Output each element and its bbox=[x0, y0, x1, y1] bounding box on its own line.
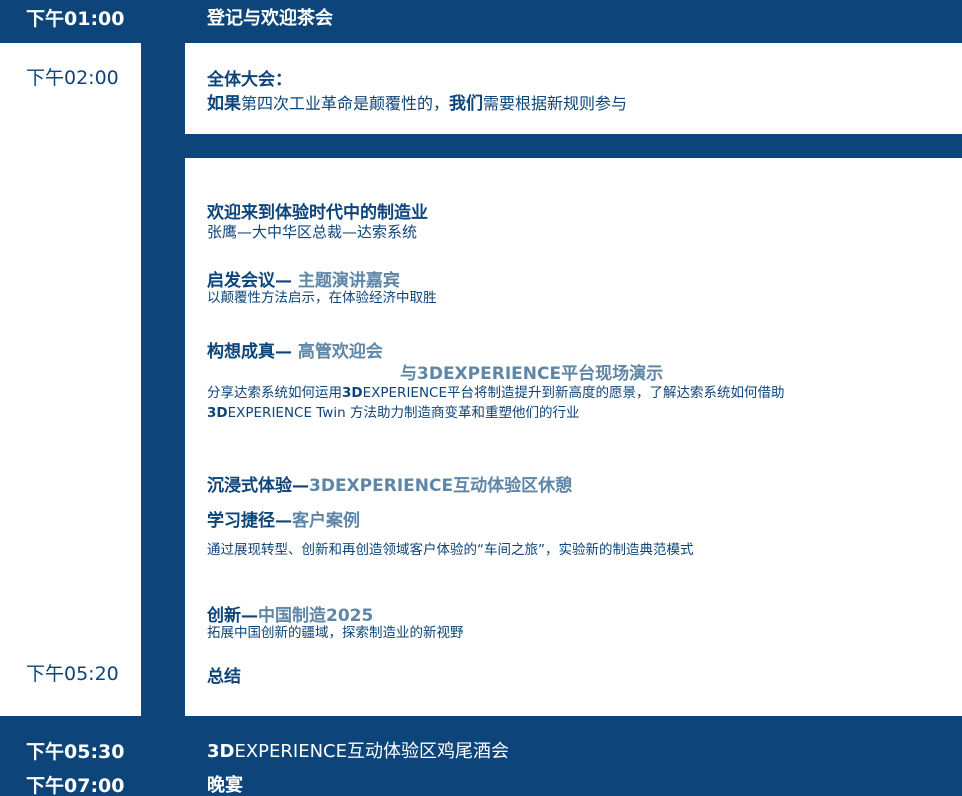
vision-title-gray-2: 与3DEXPERIENCE平台现场演示 bbox=[400, 364, 664, 384]
learning-title-dark: 学习捷径— bbox=[207, 511, 292, 531]
welcome-speaker: 张鹰—大中华区总裁—达索系统 bbox=[207, 223, 418, 241]
sessions-box: 欢迎来到体验时代中的制造业 张鹰—大中华区总裁—达索系统 启发会议— 主题演讲嘉… bbox=[185, 158, 962, 716]
vision-title: 构想成真— 高管欢迎会 bbox=[207, 337, 383, 362]
plenary-norm-1: 第四次工业革命是颠覆性的， bbox=[241, 94, 450, 113]
immersive-title-gray: 3DEXPERIENCE互动体验区休憩 bbox=[309, 476, 573, 496]
time-0200: 下午02:00 bbox=[26, 67, 119, 89]
time-0530: 下午05:30 bbox=[26, 741, 125, 763]
vision-title-gray: 高管欢迎会 bbox=[297, 342, 383, 362]
time-0700: 下午07:00 bbox=[26, 775, 125, 796]
vision-desc-1a: 分享达索系统如何运用 bbox=[207, 385, 342, 401]
learning-title-gray: 客户案例 bbox=[292, 511, 360, 531]
vision-desc-1b: EXPERIENCE平台将制造提升到新高度的愿景，了解达索系统如何借助 bbox=[362, 385, 785, 401]
cocktail-title: 3DEXPERIENCE互动体验区鸡尾酒会 bbox=[207, 737, 509, 763]
time-0100: 下午01:00 bbox=[26, 8, 125, 30]
welcome-title: 欢迎来到体验时代中的制造业 bbox=[207, 203, 428, 223]
vision-desc-2-3d: 3D bbox=[207, 405, 228, 421]
plenary-norm-2: 需要根据新规则参与 bbox=[483, 94, 628, 113]
vision-desc-1: 分享达索系统如何运用3DEXPERIENCE平台将制造提升到新高度的愿景，了解达… bbox=[207, 383, 785, 404]
dinner-title: 晚宴 bbox=[207, 775, 243, 796]
vision-title-dark: 构想成真— bbox=[207, 342, 298, 362]
cocktail-3d: 3D bbox=[207, 741, 235, 762]
registration-title: 登记与欢迎茶会 bbox=[207, 8, 333, 29]
inspire-desc: 以颠覆性方法启示，在体验经济中取胜 bbox=[207, 290, 437, 306]
immersive-title: 沉浸式体验—3DEXPERIENCE互动体验区休憩 bbox=[207, 471, 572, 496]
plenary-heading: 全体大会： bbox=[207, 70, 292, 90]
immersive-title-dark: 沉浸式体验— bbox=[207, 476, 309, 496]
plenary-box: 全体大会： 如果第四次工业革命是颠覆性的，我们需要根据新规则参与 bbox=[185, 43, 962, 134]
learning-title: 学习捷径—客户案例 bbox=[207, 506, 360, 531]
time-column-box: 下午02:00 下午05:20 bbox=[0, 43, 141, 716]
plenary-bold-1: 如果 bbox=[207, 94, 241, 114]
summary-title: 总结 bbox=[207, 667, 241, 687]
plenary-bold-2: 我们 bbox=[449, 94, 484, 114]
plenary-subtitle: 如果第四次工业革命是颠覆性的，我们需要根据新规则参与 bbox=[207, 89, 627, 114]
vision-desc-2b: EXPERIENCE Twin 方法助力制造商变革和重塑他们的行业 bbox=[227, 405, 580, 421]
vision-desc-1-3d: 3D bbox=[342, 385, 363, 401]
innovation-desc: 拓展中国创新的疆域，探索制造业的新视野 bbox=[207, 625, 464, 641]
cocktail-rest: EXPERIENCE互动体验区鸡尾酒会 bbox=[234, 741, 509, 762]
vision-desc-2: 3DEXPERIENCE Twin 方法助力制造商变革和重塑他们的行业 bbox=[207, 403, 579, 424]
time-0520: 下午05:20 bbox=[26, 663, 119, 685]
learning-desc: 通过展现转型、创新和再创造领域客户体验的“车间之旅”，实验新的制造典范模式 bbox=[207, 542, 694, 558]
